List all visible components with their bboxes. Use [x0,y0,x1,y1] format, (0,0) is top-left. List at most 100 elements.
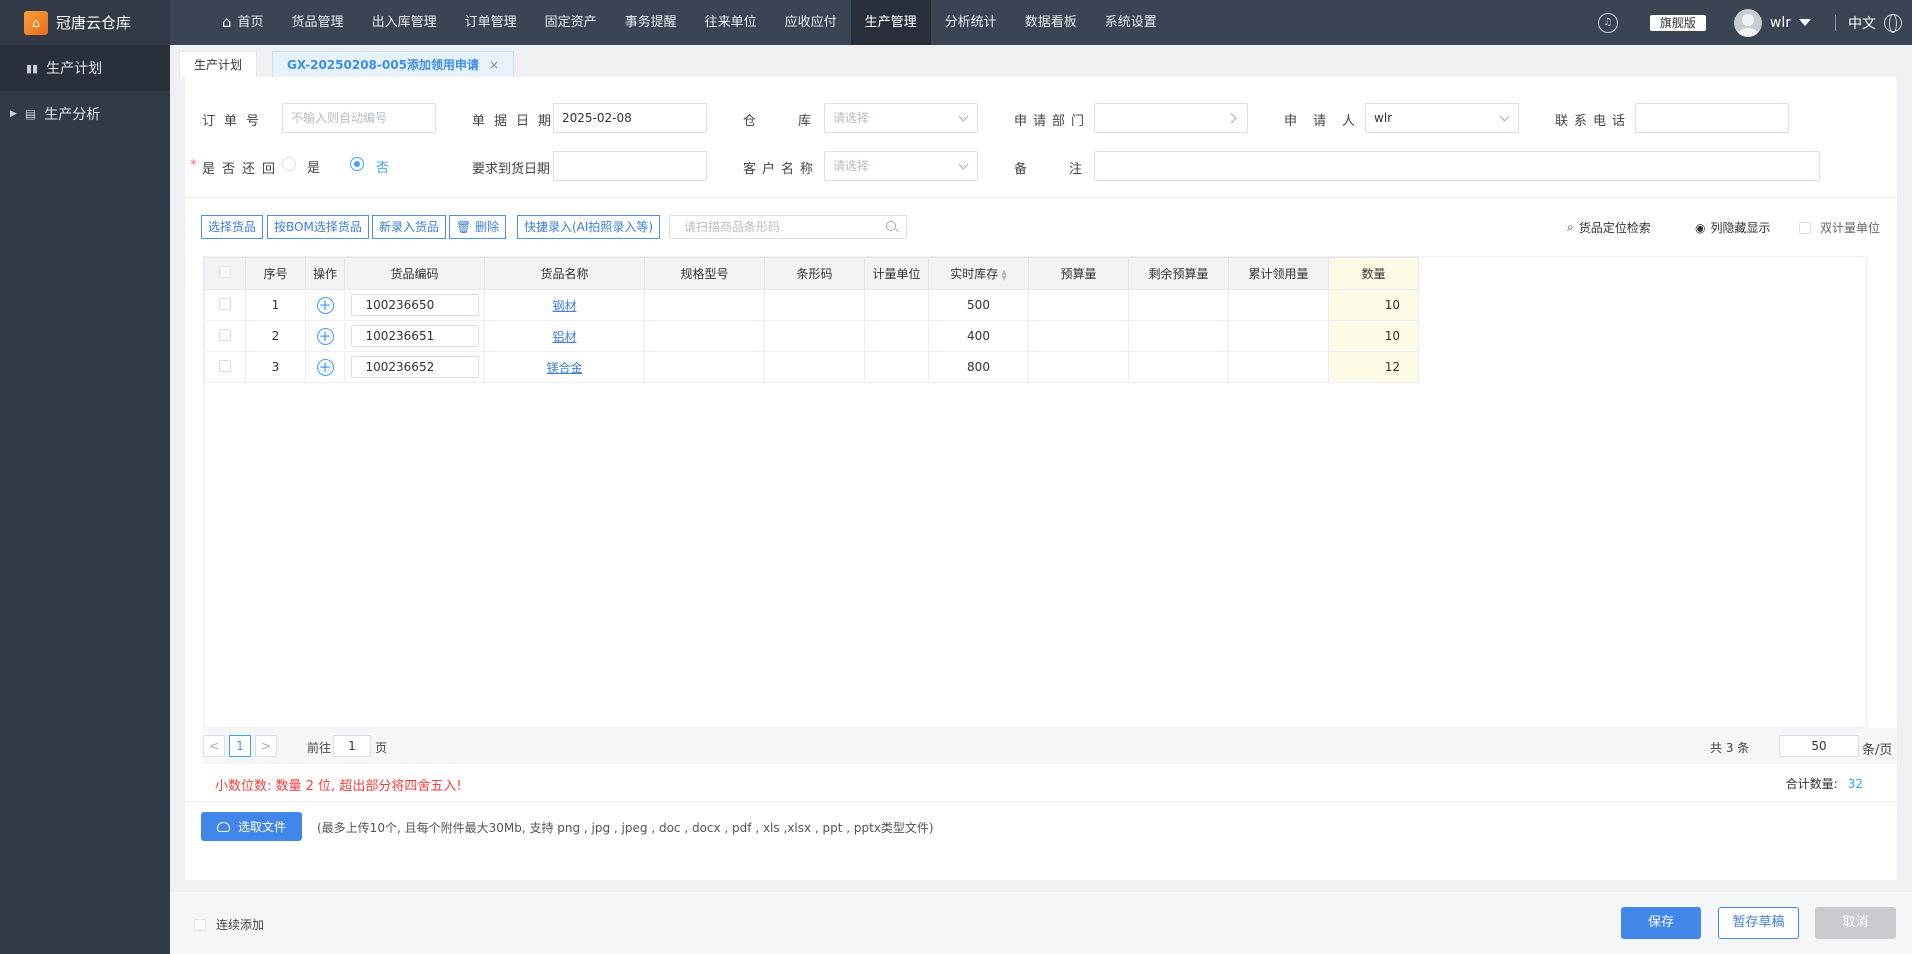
applicant-select[interactable]: wlr [1365,103,1519,133]
chevron-down-icon[interactable] [1799,19,1811,26]
goto-page-input[interactable]: 1 [333,735,371,757]
row-checkbox[interactable] [219,297,231,310]
nav-home[interactable]: ⌂ 首页 [208,0,278,45]
brand[interactable]: ⌂ 冠唐云仓库 [0,0,170,45]
goods-name-link[interactable]: 铝材 [552,330,576,344]
row-code-cell[interactable]: 100236651 [344,320,485,352]
tab-add-requisition[interactable]: GX-20250208-005添加领用申请 × [272,51,514,77]
row-code-cell[interactable]: 100236652 [344,351,485,383]
goods-name-link[interactable]: 钢材 [552,299,576,313]
sidebar-item-production-plan[interactable]: ▮▮ 生产计划 [0,45,170,91]
dept-select[interactable] [1094,103,1248,133]
dual-unit-checkbox[interactable] [1799,221,1811,234]
music-note-icon[interactable]: ♫ [1597,12,1618,33]
row-select-cell[interactable] [204,289,246,321]
code-input[interactable]: 100236652 [350,356,479,378]
row-qty[interactable]: 12 [1328,351,1419,383]
order-no-input[interactable]: 不输入则自动编号 [282,103,436,133]
nav-stock-io[interactable]: 出入库管理 [358,0,451,45]
house-logo: ⌂ [24,10,48,35]
nav-reminders[interactable]: 事务提醒 [611,0,691,45]
customer-select[interactable]: 请选择 [824,151,978,181]
continuous-add-toggle[interactable]: 连续添加 [194,916,264,933]
locate-goods-button[interactable]: ⌕ 货品定位检索 [1567,219,1651,236]
nav-settings[interactable]: 系统设置 [1091,0,1171,45]
search-icon: ⌕ [1567,220,1574,234]
select-by-bom-button[interactable]: 按BOM选择货品 [267,215,369,239]
tab-production-plan[interactable]: 生产计划 [179,51,258,77]
return-no-label[interactable]: 否 [376,157,389,176]
close-icon[interactable]: × [489,58,499,72]
phone-input[interactable] [1635,103,1789,133]
nav-orders[interactable]: 订单管理 [451,0,531,45]
save-button[interactable]: 保存 [1621,907,1701,939]
caret-right-icon: ▶ [10,109,17,119]
code-input[interactable]: 100236650 [350,294,479,316]
next-page-button[interactable]: > [255,735,277,757]
nav-analysis[interactable]: 分析统计 [931,0,1011,45]
row-name-cell[interactable]: 镁合金 [484,351,645,383]
page-size-suffix: 条/页 [1862,743,1893,758]
table-row: 1 + 100236650 钢材 500 10 [204,289,1419,321]
cancel-button[interactable]: 取消 [1815,907,1896,939]
goods-name-link[interactable]: 镁合金 [546,361,582,375]
new-goods-button[interactable]: 新录入货品 [372,215,447,239]
nav-dashboard[interactable]: 数据看板 [1011,0,1091,45]
warehouse-select[interactable]: 请选择 [824,103,978,133]
nav-production[interactable]: 生产管理 [850,0,931,45]
select-all-checkbox[interactable] [219,266,231,278]
row-select-cell[interactable] [204,351,246,383]
row-qty[interactable]: 10 [1328,320,1419,352]
row-code-cell[interactable]: 100236650 [344,289,485,321]
row-name-cell[interactable]: 钢材 [484,289,645,321]
nav-label: 首页 [237,15,264,30]
row-select-cell[interactable] [204,320,246,352]
doc-date-input[interactable]: 2025-02-08 [553,103,707,133]
dual-unit-toggle[interactable]: 双计量单位 [1799,219,1880,236]
arrival-date-input[interactable] [553,151,707,181]
row-checkbox[interactable] [219,359,231,372]
return-yes-radio[interactable] [282,157,296,171]
add-circle-icon[interactable]: + [316,296,334,314]
code-input[interactable]: 100236651 [350,325,479,347]
doc-date-label: 单据日期 [472,114,561,129]
prev-page-button[interactable]: < [203,735,225,757]
username[interactable]: wlr [1770,15,1791,31]
save-draft-button[interactable]: 暂存草稿 [1718,907,1799,939]
sort-icon[interactable]: ▲ ▼ [1001,268,1006,281]
row-qty[interactable]: 10 [1328,289,1419,321]
language-switch[interactable]: 中文 [1848,13,1876,33]
add-circle-icon[interactable]: + [316,327,334,345]
delete-button[interactable]: 🗑 删除 [449,215,507,239]
col-header-stock[interactable]: 实时库存 ▲ ▼ [928,257,1029,290]
select-goods-button[interactable]: 选择货品 [201,215,264,239]
sidebar-item-production-analysis[interactable]: ▶ ▤ 生产分析 [0,91,170,137]
upload-file-button[interactable]: 选取文件 [201,812,302,841]
nav-receivables[interactable]: 应收应付 [771,0,851,45]
row-remain [1128,289,1229,321]
sidebar-item-label: 生产分析 [44,107,101,123]
nav-partners[interactable]: 往来单位 [691,0,771,45]
column-toggle-button[interactable]: ◉ 列隐藏显示 [1695,219,1771,236]
barcode-scan-input[interactable]: 请扫描商品条形码 [669,215,907,239]
row-action[interactable]: + [305,351,345,383]
row-name-cell[interactable]: 铝材 [484,320,645,352]
return-no-radio[interactable] [350,157,364,171]
select-all-cell[interactable] [204,257,246,290]
page-size-select[interactable]: 50 [1779,735,1859,757]
avatar[interactable] [1733,8,1762,37]
add-circle-icon[interactable]: + [316,358,334,376]
page-1-button[interactable]: 1 [229,735,251,757]
nav-goods[interactable]: 货品管理 [278,0,358,45]
globe-icon[interactable] [1884,13,1902,33]
quick-entry-button[interactable]: 快捷录入(AI拍照录入等) [517,215,661,239]
remark-input[interactable] [1094,151,1820,181]
continuous-add-checkbox[interactable] [194,918,206,931]
row-checkbox[interactable] [219,328,231,341]
return-yes-label[interactable]: 是 [307,157,320,176]
row-action[interactable]: + [305,320,345,352]
row-action[interactable]: + [305,289,345,321]
required-marker: * [190,158,197,173]
nav-fixed-assets[interactable]: 固定资产 [531,0,611,45]
chevron-down-icon [958,111,969,122]
